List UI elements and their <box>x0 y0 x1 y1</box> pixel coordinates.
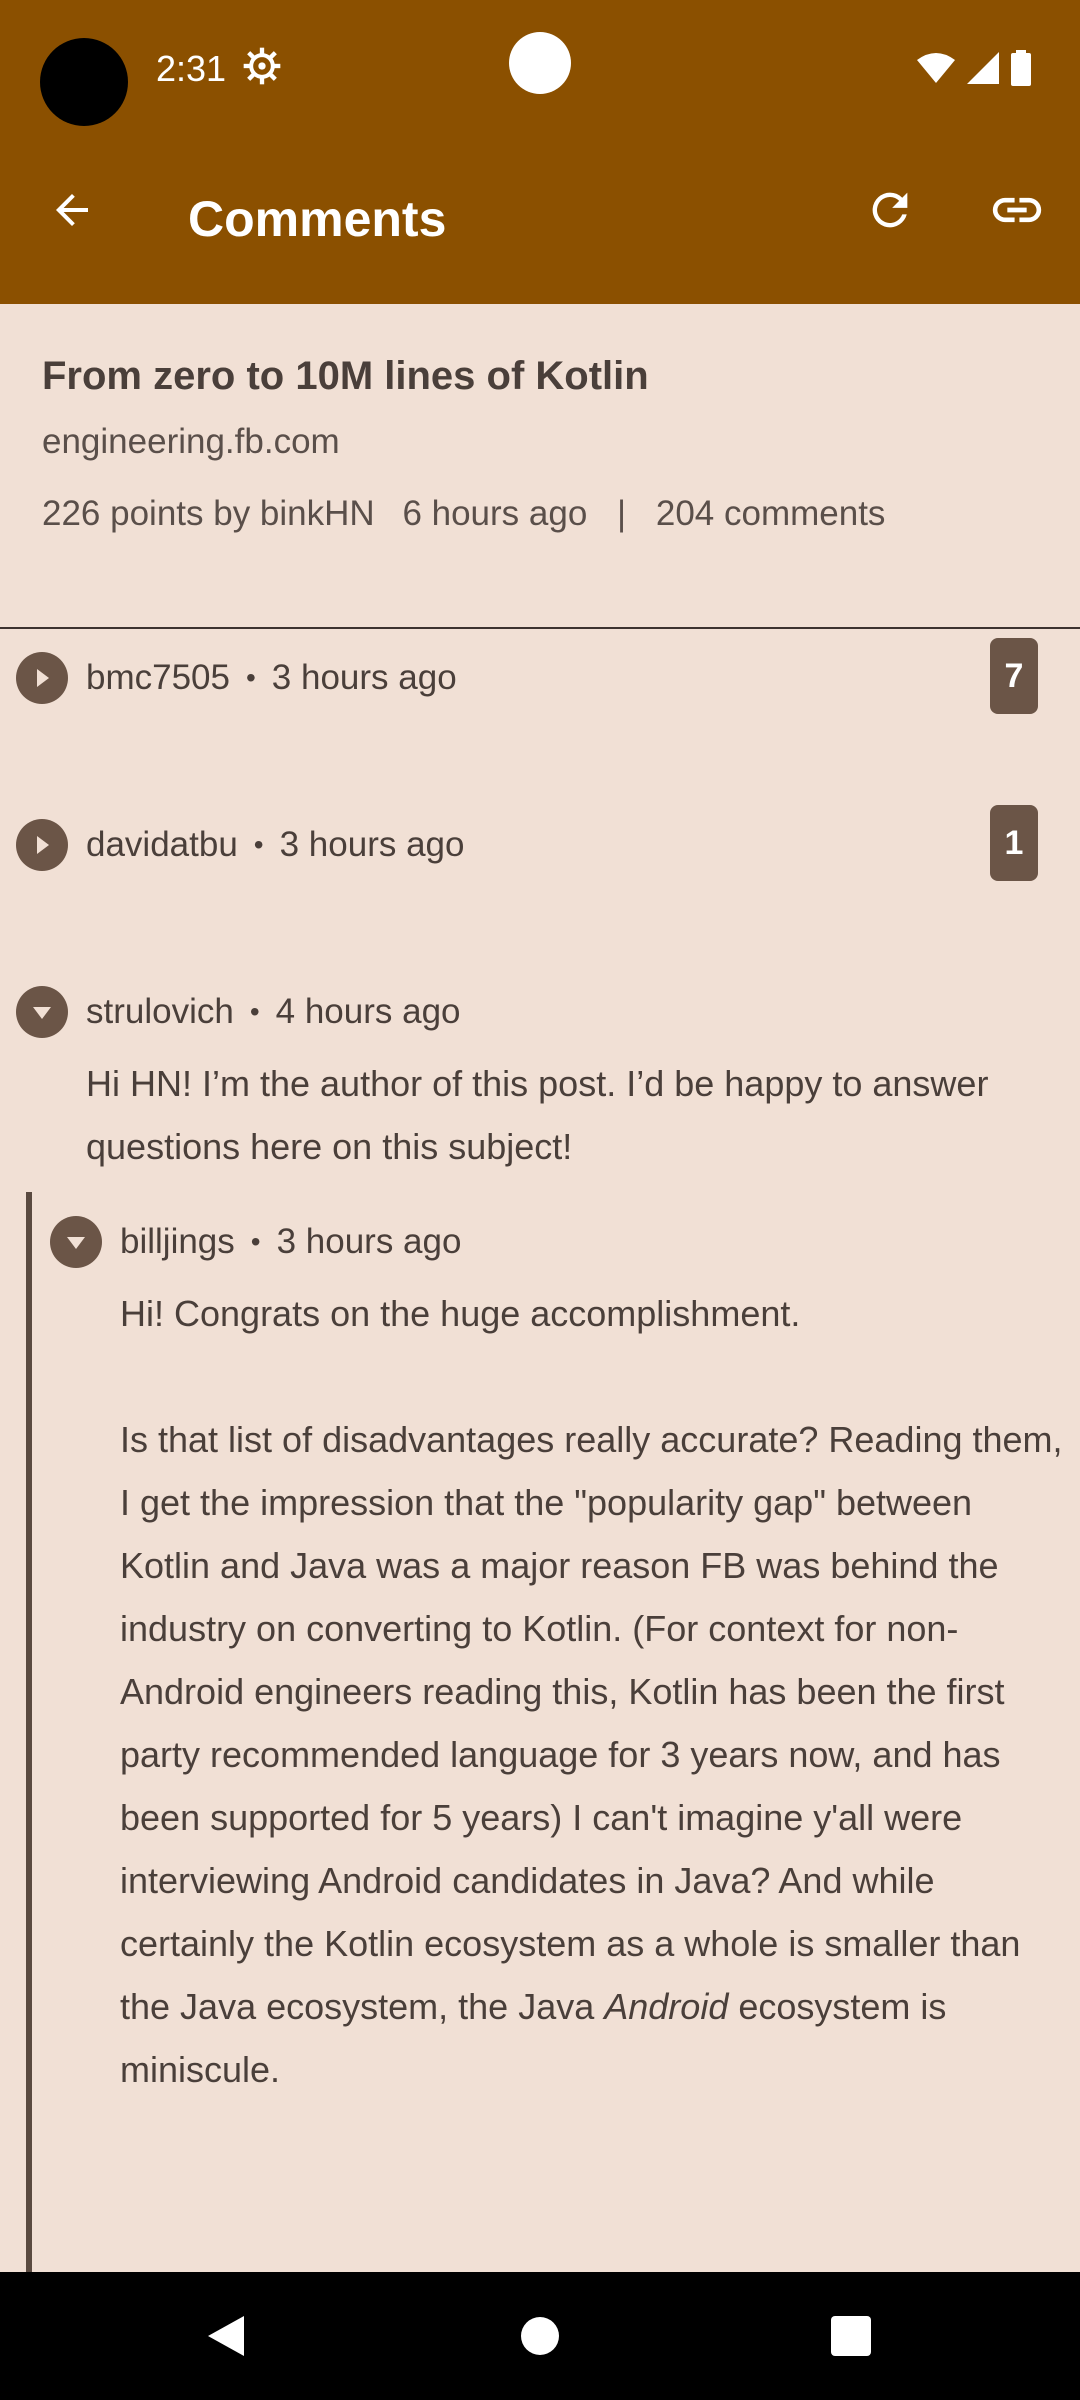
status-time: 2:31 <box>156 48 227 89</box>
header-divider <box>0 627 1080 629</box>
link-icon <box>988 181 1046 244</box>
story-title[interactable]: From zero to 10M lines of Kotlin <box>42 350 1042 402</box>
system-nav-bar <box>0 2272 1080 2400</box>
comment-body: Hi! Congrats on the huge accomplishment.… <box>120 1282 1070 2101</box>
comment-author: bmc7505 <box>86 658 230 697</box>
comment-age: 3 hours ago <box>279 825 465 864</box>
comment-reply-expanded[interactable]: billjings • 3 hours ago Hi! Congrats on … <box>50 1214 1063 2101</box>
reply-count-badge: 1 <box>990 805 1038 881</box>
comment-age: 3 hours ago <box>276 1222 462 1261</box>
meta-dot: • <box>253 829 264 860</box>
nav-recents-icon[interactable] <box>831 2316 871 2356</box>
comment-collapsed[interactable]: bmc7505 • 3 hours ago <box>16 650 1064 706</box>
comment-author: strulovich <box>86 992 234 1031</box>
collapse-chevron-icon[interactable] <box>16 986 68 1038</box>
front-camera-icon <box>509 32 571 94</box>
nav-back-icon[interactable] <box>206 2314 246 2363</box>
collapse-chevron-icon[interactable] <box>50 1216 102 1268</box>
story-header[interactable]: From zero to 10M lines of Kotlin enginee… <box>42 350 1042 536</box>
comment-emphasis: Android <box>604 1986 729 2027</box>
comment-text: Is that list of disadvantages really acc… <box>120 1419 1063 2027</box>
top-app-bar: 2:31 Comments <box>0 0 1080 304</box>
story-points-author: 226 points by binkHN <box>42 494 375 533</box>
share-link-button[interactable] <box>982 180 1052 244</box>
nav-home-icon[interactable] <box>521 2317 559 2355</box>
refresh-icon <box>864 184 916 241</box>
comment-header[interactable]: davidatbu • 3 hours ago <box>16 817 1064 873</box>
meta-dot: • <box>249 996 260 1027</box>
signal-icon <box>966 51 1000 90</box>
comment-header[interactable]: strulovich • 4 hours ago <box>16 984 1056 1040</box>
comment-expanded[interactable]: strulovich • 4 hours ago Hi HN! I’m the … <box>16 984 1056 1178</box>
status-icons <box>916 50 1032 91</box>
comment-paragraph: Hi! Congrats on the huge accomplishment. <box>120 1293 801 1334</box>
refresh-button[interactable] <box>858 180 922 244</box>
reply-count-badge: 7 <box>990 638 1038 714</box>
comment-author: davidatbu <box>86 825 238 864</box>
thread-indent-line <box>26 1192 32 2272</box>
comment-paragraph: Is that list of disadvantages really acc… <box>120 1408 1070 2101</box>
meta-separator: | <box>617 494 627 533</box>
back-arrow-icon <box>48 186 96 239</box>
comment-age: 4 hours ago <box>275 992 461 1031</box>
story-age: 6 hours ago <box>402 494 588 533</box>
story-domain[interactable]: engineering.fb.com <box>42 420 1042 464</box>
comment-header[interactable]: bmc7505 • 3 hours ago <box>16 650 1064 706</box>
camera-cutout <box>40 38 128 126</box>
back-button[interactable] <box>40 180 104 244</box>
page-title: Comments <box>188 191 447 247</box>
comment-author: billjings <box>120 1222 235 1261</box>
comment-age: 3 hours ago <box>271 658 457 697</box>
wifi-icon <box>916 52 956 89</box>
meta-dot: • <box>245 662 256 693</box>
battery-icon <box>1010 50 1032 91</box>
settings-gear-icon <box>242 46 282 86</box>
story-meta: 226 points by binkHN 6 hours ago | 204 c… <box>42 492 1042 536</box>
expand-chevron-icon[interactable] <box>16 819 68 871</box>
comment-body: Hi HN! I’m the author of this post. I’d … <box>86 1063 989 1167</box>
comment-header[interactable]: billjings • 3 hours ago <box>50 1214 1060 1270</box>
story-comment-count: 204 comments <box>655 494 886 533</box>
comment-collapsed[interactable]: davidatbu • 3 hours ago <box>16 817 1064 873</box>
expand-chevron-icon[interactable] <box>16 652 68 704</box>
meta-dot: • <box>250 1226 261 1257</box>
